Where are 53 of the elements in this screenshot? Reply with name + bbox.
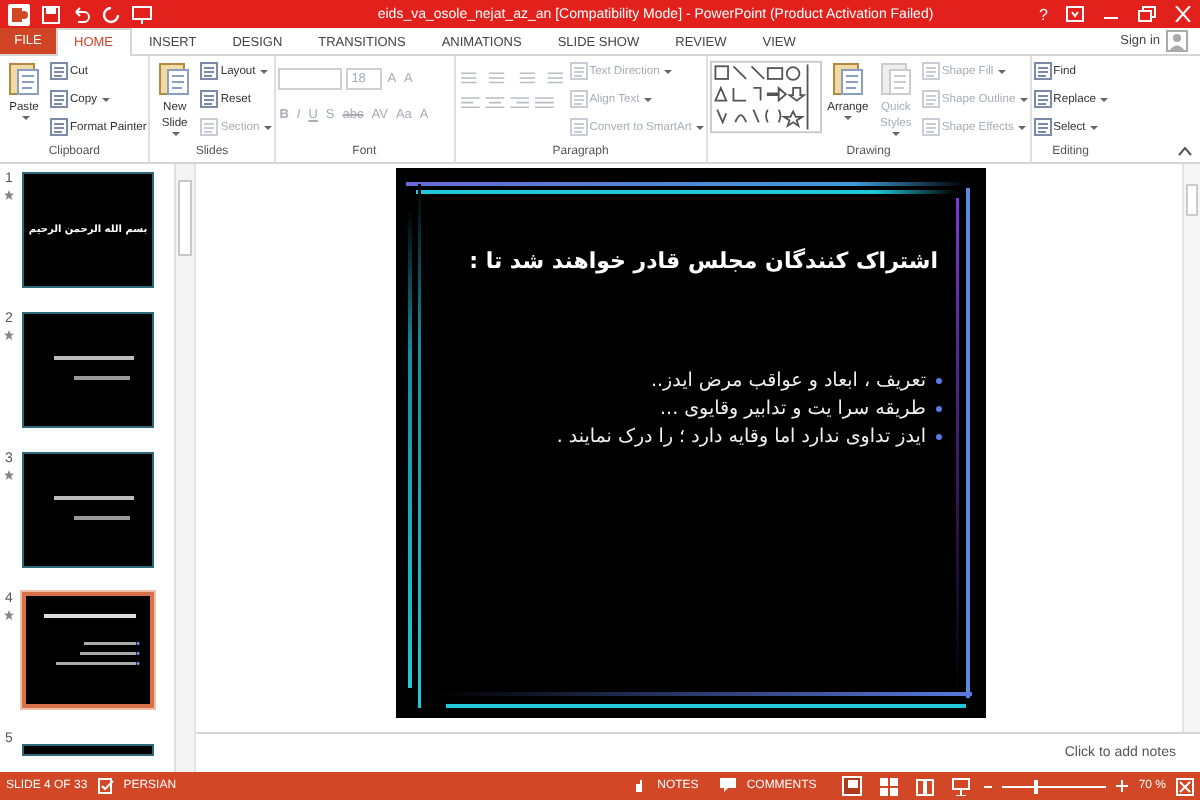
zoom-in-icon[interactable] [1116, 780, 1129, 792]
slideshow-icon[interactable] [952, 777, 971, 795]
comment-icon[interactable] [720, 778, 737, 794]
document-icon [921, 118, 940, 136]
avatar-icon[interactable] [1166, 30, 1188, 52]
presentation-icon[interactable] [132, 5, 152, 23]
star-icon [4, 610, 14, 620]
bullet-text: ایدز تداوی ندارد اما وقایه دارد ؛ را درک نمایند . [556, 426, 926, 448]
redo-icon[interactable] [102, 5, 120, 23]
star-icon [4, 190, 14, 200]
slide-thumbnail[interactable] [22, 744, 154, 756]
document-icon [200, 118, 219, 136]
powerpoint-logo-icon [8, 3, 30, 25]
fit-to-window-icon[interactable] [1176, 777, 1194, 795]
document-icon [50, 118, 68, 136]
document-icon [569, 118, 588, 136]
ribbon-display-icon[interactable] [1066, 6, 1084, 22]
document-icon [50, 62, 68, 80]
document-icon [921, 62, 940, 80]
close-icon[interactable] [1174, 6, 1192, 22]
star-icon [4, 330, 14, 340]
notes-icon[interactable] [633, 778, 648, 794]
document-icon [569, 62, 588, 80]
slide-title: اشتراک کنندگان مجلس قادر خواهند شد تا : [469, 248, 938, 274]
document-icon [1033, 62, 1052, 80]
bullet-text: طریقه سرا یت و تدابیر وقایوی ... [660, 398, 926, 420]
bullet-icon [936, 378, 942, 384]
document-icon [50, 90, 68, 108]
save-icon[interactable] [42, 5, 60, 23]
bullet-icon [936, 406, 942, 412]
normal-view-icon[interactable] [842, 776, 863, 796]
document-icon [200, 90, 219, 108]
slide-thumbnail[interactable] [22, 452, 154, 568]
document-icon [569, 90, 588, 108]
document-icon [1033, 118, 1052, 136]
reading-view-icon[interactable] [916, 777, 935, 795]
scrollbar[interactable] [1182, 164, 1200, 732]
star-icon [4, 470, 14, 480]
slide-thumbnail[interactable] [22, 592, 154, 708]
slide-thumbnail[interactable] [22, 312, 154, 428]
bullet-text: تعریف ، ابعاد و عواقب مرض ایدز.. [650, 370, 926, 392]
collapse-ribbon-icon[interactable] [1178, 146, 1192, 156]
document-icon [1033, 90, 1052, 108]
undo-icon[interactable] [72, 5, 90, 23]
shapes-gallery-drawing[interactable] [709, 60, 822, 134]
help-button[interactable]: ? [1039, 5, 1048, 23]
restore-icon[interactable] [1138, 6, 1156, 22]
slide-sorter-icon[interactable] [880, 777, 899, 795]
spell-check-icon[interactable] [97, 778, 114, 794]
document-icon [200, 62, 219, 80]
scrollbar[interactable] [174, 164, 194, 772]
bullet-icon [936, 434, 942, 440]
document-icon [921, 90, 940, 108]
